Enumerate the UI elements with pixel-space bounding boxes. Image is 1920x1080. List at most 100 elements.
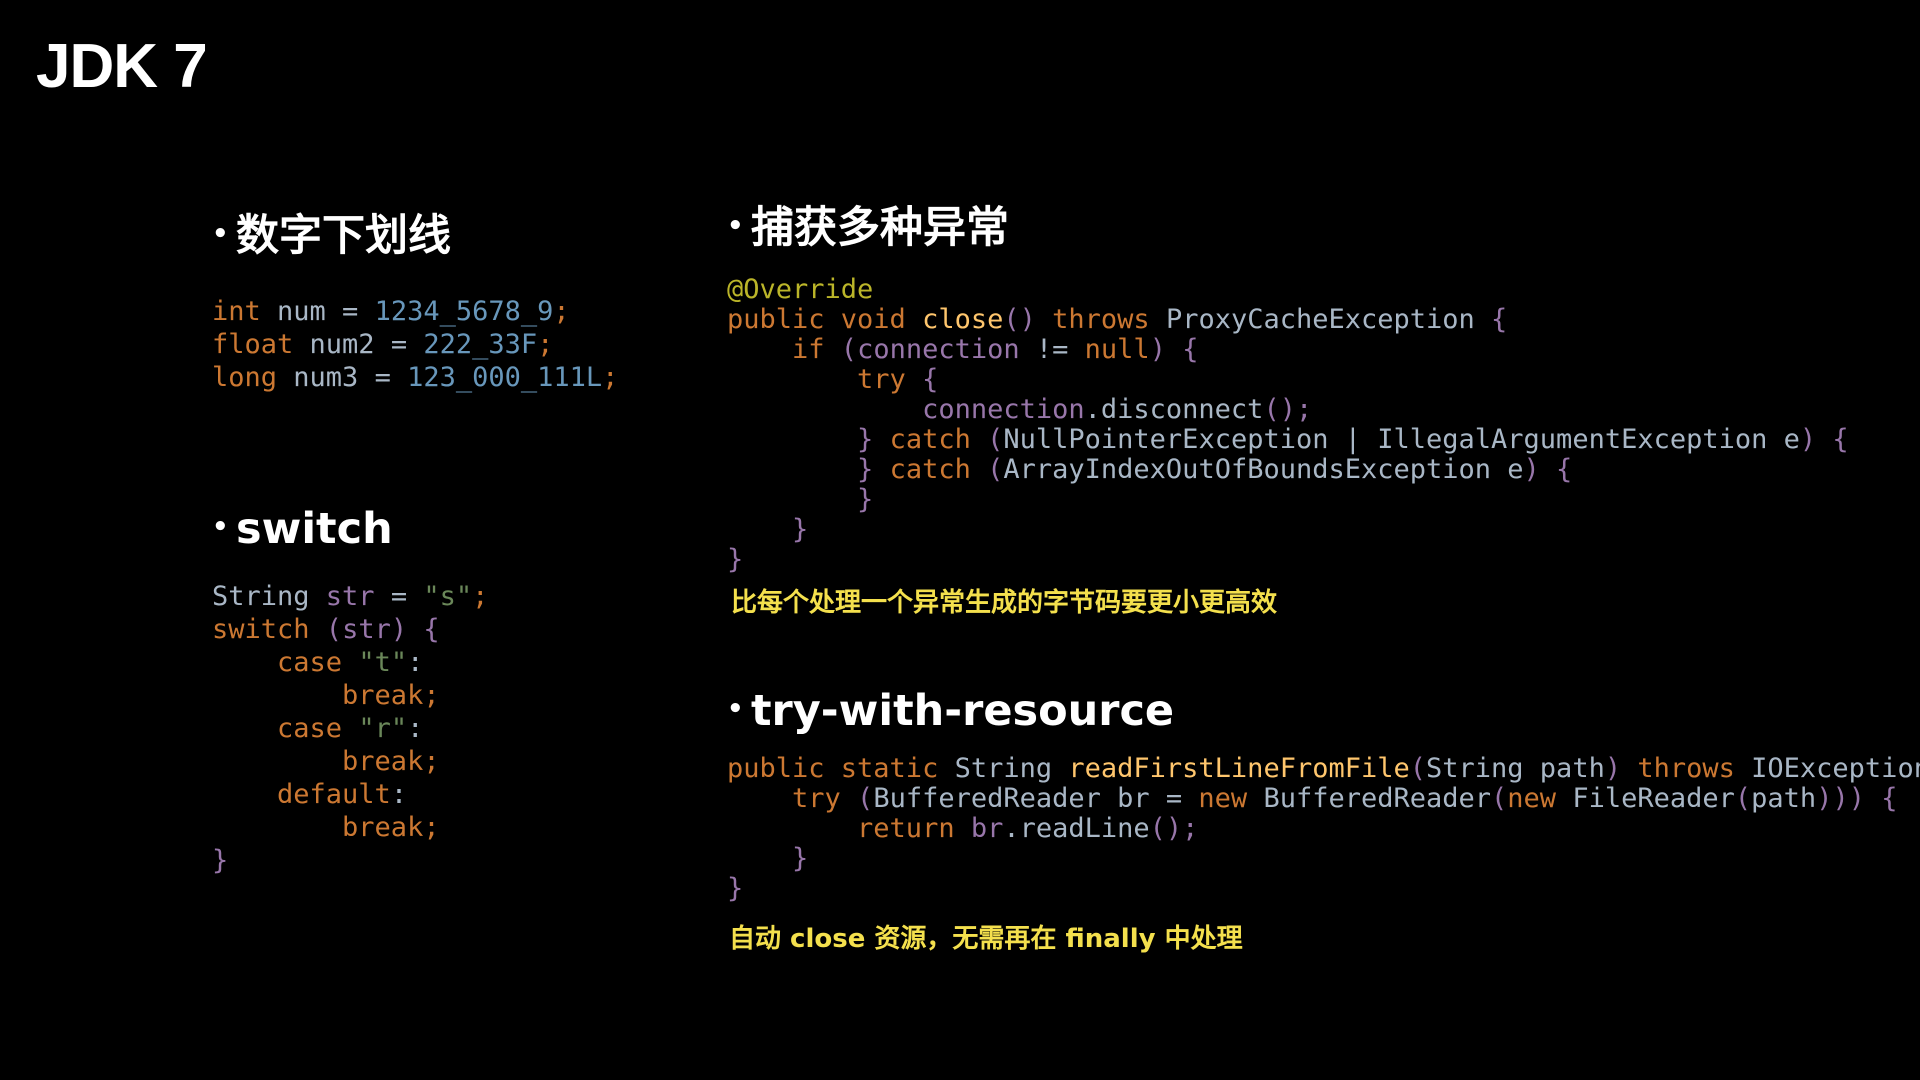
code-token: case: [212, 647, 359, 679]
heading-text: 捕获多种异常: [751, 203, 1009, 253]
bullet-icon: •: [212, 511, 229, 542]
code-token: "t": [358, 647, 408, 679]
code-token: BufferedReader: [1263, 783, 1492, 815]
code-token: .disconnect: [1084, 394, 1264, 426]
code-token: throws: [1052, 304, 1166, 336]
code-line: try {: [727, 364, 938, 395]
code-token: break;: [212, 812, 440, 844]
code-token: ();: [1149, 813, 1199, 845]
code-token: ): [1604, 753, 1638, 785]
code-token: {: [922, 364, 939, 396]
multi-catch-note: 比每个处理一个异常生成的字节码要更小更高效: [731, 588, 1278, 618]
code-line: }: [727, 873, 743, 904]
code-token: try: [727, 783, 858, 815]
code-token: 123_000_111L: [407, 362, 603, 394]
code-token: (: [1409, 753, 1427, 785]
section-number-underscore: • 数字下划线 int num = 1234_5678_9; float num2…: [212, 211, 618, 394]
code-token: 1234_5678_9: [374, 296, 554, 328]
code-token: ArrayIndexOutOfBoundsException e: [1003, 454, 1524, 486]
code-token: if: [727, 334, 841, 366]
code-block: @Override public void close() throws Pro…: [727, 275, 1849, 575]
code-token: catch: [889, 424, 988, 456]
code-token: connection: [727, 394, 1085, 426]
code-line: try (BufferedReader br = new BufferedRea…: [727, 783, 1897, 814]
code-token: br: [970, 813, 1004, 845]
section-switch: • switch String str = "s"; switch (str) {…: [212, 504, 488, 877]
code-token: }: [212, 845, 229, 877]
code-token: String: [212, 581, 326, 613]
section-heading: • try-with-resource: [727, 686, 1920, 736]
code-line: return br.readLine();: [727, 813, 1198, 844]
section-heading: • 捕获多种异常: [727, 203, 1849, 253]
code-token: catch: [889, 454, 988, 486]
code-line: long num3 = 123_000_111L;: [212, 362, 618, 393]
code-token: String path: [1426, 753, 1605, 785]
code-token: ) {: [1149, 334, 1199, 366]
code-token: int: [212, 296, 261, 328]
code-token: null: [1084, 334, 1150, 366]
code-line: public static String readFirstLineFromFi…: [727, 753, 1920, 784]
code-line: }: [727, 484, 873, 515]
code-token: "r": [358, 713, 408, 745]
code-token: throws: [1637, 753, 1752, 785]
code-token: return: [727, 813, 971, 845]
code-token: str: [342, 614, 391, 646]
bullet-icon: •: [212, 218, 229, 249]
code-token: num2 =: [293, 329, 424, 361]
code-token: long: [212, 362, 278, 394]
code-line: } catch (NullPointerException | IllegalA…: [727, 424, 1849, 455]
code-line: break;: [212, 812, 440, 843]
code-token: .readLine: [1003, 813, 1150, 845]
code-line: @Override: [727, 274, 873, 305]
code-block: String str = "s"; switch (str) { case "t…: [212, 580, 488, 877]
code-token: (: [840, 334, 858, 366]
code-line: } catch (ArrayIndexOutOfBoundsException …: [727, 454, 1572, 485]
code-token: close: [922, 304, 1004, 336]
code-token: ) {: [1799, 424, 1849, 456]
code-token: IOException: [1751, 753, 1920, 785]
code-line: switch (str) {: [212, 614, 440, 645]
code-token: }: [727, 514, 809, 546]
bullet-icon: •: [727, 210, 744, 241]
bullet-icon: •: [727, 693, 744, 724]
code-token: }: [727, 424, 890, 456]
code-token: num3 =: [277, 362, 408, 394]
code-token: float: [212, 329, 294, 361]
code-token: ;: [602, 362, 619, 394]
heading-text: switch: [236, 504, 393, 554]
code-line: int num = 1234_5678_9;: [212, 296, 570, 327]
code-token: (: [309, 614, 343, 646]
code-token: BufferedReader br =: [873, 783, 1199, 815]
code-token: case: [212, 713, 359, 745]
code-token: (: [1491, 783, 1508, 815]
code-token: connection: [857, 334, 1036, 366]
code-token: readFirstLineFromFile: [1068, 753, 1410, 785]
code-token: new: [1507, 783, 1573, 815]
code-line: if (connection != null) {: [727, 334, 1198, 365]
code-token: =: [374, 581, 424, 613]
code-token: ) {: [1523, 454, 1573, 486]
section-heading: • switch: [212, 504, 488, 554]
code-token: !=: [1035, 334, 1085, 366]
code-token: (: [987, 454, 1004, 486]
code-token: @Override: [727, 274, 874, 306]
code-token: ProxyCacheException: [1165, 304, 1492, 336]
code-token: ) {: [390, 614, 440, 646]
code-token: NullPointerException | IllegalArgumentEx…: [1003, 424, 1800, 456]
code-token: ();: [1263, 394, 1313, 426]
code-token: (: [857, 783, 874, 815]
code-token: ;: [553, 296, 570, 328]
code-token: {: [1491, 304, 1508, 336]
code-token: :: [407, 713, 424, 745]
code-token: public void: [727, 304, 923, 336]
code-token: (): [1003, 304, 1053, 336]
code-token: break;: [212, 746, 440, 778]
section-try-with-resource: • try-with-resource public static String …: [727, 686, 1920, 904]
code-line: }: [727, 544, 743, 575]
code-line: connection.disconnect();: [727, 394, 1312, 425]
code-line: case "t":: [212, 647, 423, 678]
code-token: switch: [212, 614, 310, 646]
code-token: }: [727, 544, 744, 576]
code-line: String str = "s";: [212, 581, 488, 612]
code-token: try: [727, 364, 923, 396]
